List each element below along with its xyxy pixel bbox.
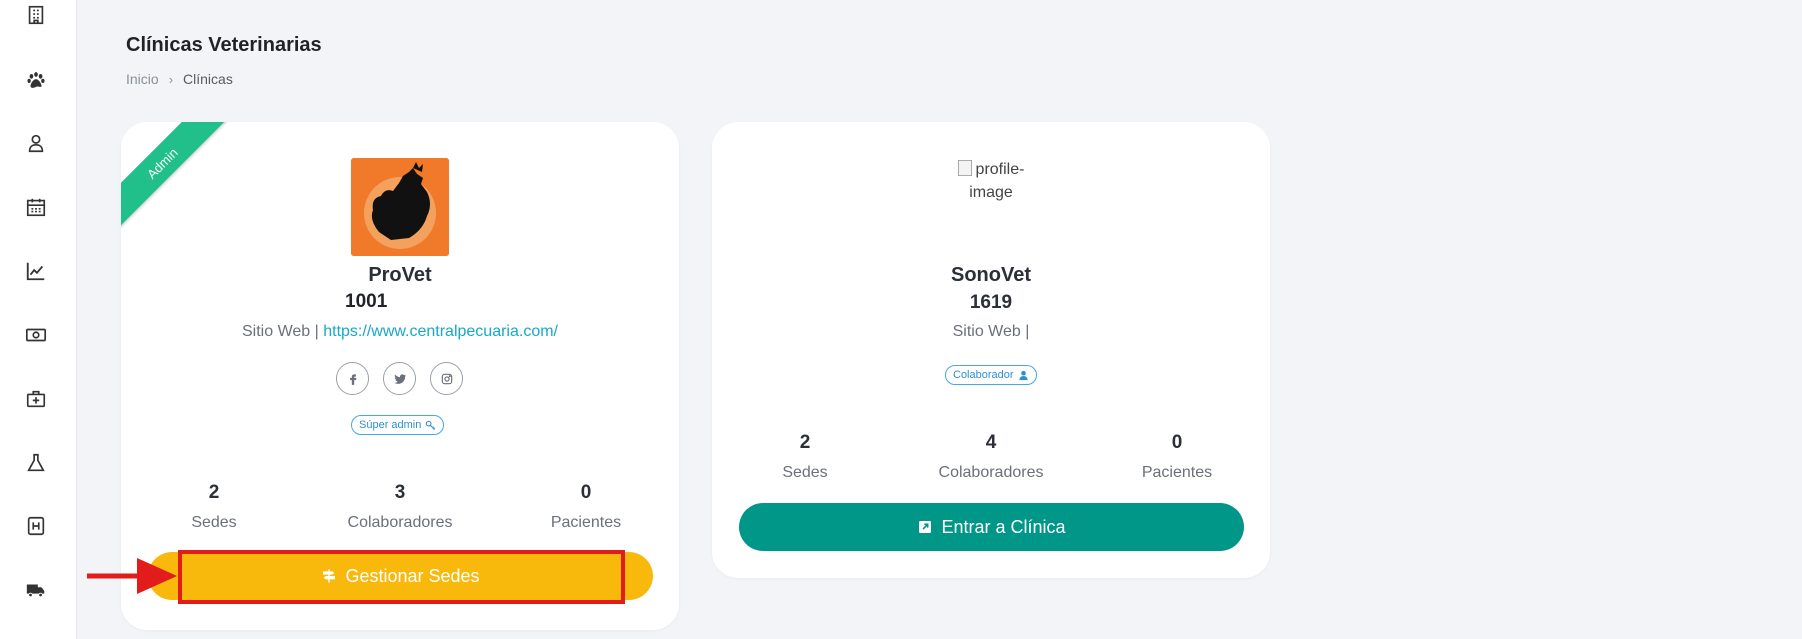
clinic-code: 1619 [969, 292, 1013, 313]
stat-label: Sedes [191, 514, 237, 531]
instagram-icon[interactable] [430, 362, 463, 395]
flask-icon[interactable] [21, 448, 51, 478]
clinic-name: ProVet [368, 264, 432, 286]
website-row: Sitio Web | https://www.centralpecuaria.… [121, 323, 679, 341]
stat-value: 4 [985, 432, 997, 453]
stat-value: 2 [208, 482, 220, 503]
clinic-logo [351, 158, 449, 256]
stat-pacientes: 0 Pacientes [493, 482, 679, 532]
stat-label: Colaboradores [347, 514, 453, 531]
social-links [336, 362, 463, 395]
stat-label: Sedes [782, 464, 828, 481]
building-icon[interactable] [21, 0, 51, 30]
profile-image-alt: profile-image [969, 161, 1025, 201]
manage-sedes-label: Gestionar Sedes [345, 565, 480, 586]
stat-label: Pacientes [1141, 464, 1213, 481]
role-badge: Súper admin [351, 415, 445, 435]
manage-sedes-button[interactable]: Gestionar Sedes [148, 552, 653, 600]
clinic-code: 1001 [345, 291, 388, 312]
facebook-icon[interactable] [336, 362, 369, 395]
user-icon[interactable] [21, 128, 51, 158]
enter-clinic-label: Entrar a Clínica [941, 516, 1066, 537]
breadcrumb-home-link[interactable]: Inicio [126, 71, 159, 87]
stat-colaboradores: 3 Colaboradores [307, 482, 493, 532]
stat-value: 3 [394, 482, 406, 503]
broken-image-icon: profile-image [941, 158, 1041, 218]
annotation-arrow-icon [87, 558, 177, 594]
stat-value: 0 [1171, 432, 1183, 453]
medkit-icon[interactable] [21, 384, 51, 414]
hospital-icon[interactable] [21, 511, 51, 541]
stat-value: 0 [580, 482, 592, 503]
website-row: Sitio Web | [712, 323, 1270, 341]
signpost-icon [323, 569, 336, 583]
twitter-icon[interactable] [383, 362, 416, 395]
stat-pacientes: 0 Pacientes [1084, 432, 1270, 482]
role-badge: Colaborador [945, 365, 1037, 385]
breadcrumb-current: Clínicas [183, 71, 233, 87]
website-link[interactable]: https://www.centralpecuaria.com/ [323, 323, 558, 340]
role-badge-label: Súper admin [359, 419, 422, 431]
website-label: Sitio Web | [952, 323, 1030, 340]
sidebar [0, 0, 77, 639]
stat-label: Colaboradores [938, 464, 1044, 481]
money-icon[interactable] [21, 320, 51, 350]
chart-line-icon[interactable] [21, 256, 51, 286]
clinic-card-provet: Admin ProVet 1001 Sitio Web | https://ww… [121, 122, 679, 630]
truck-icon[interactable] [21, 575, 51, 605]
stat-value: 2 [799, 432, 811, 453]
enter-clinic-button[interactable]: Entrar a Clínica [739, 503, 1244, 551]
stat-sedes: 2 Sedes [121, 482, 307, 532]
clinic-name: SonoVet [950, 264, 1031, 286]
role-badge-label: Colaborador [953, 369, 1014, 381]
clinic-card-sonovet: profile-image SonoVet 1619 Sitio Web | C… [712, 122, 1270, 578]
external-link-icon [919, 521, 932, 533]
user-icon [1018, 370, 1028, 380]
chevron-right-icon: › [168, 71, 174, 87]
breadcrumb: Inicio › Clínicas [126, 71, 233, 87]
clinic-stats: 2 Sedes 3 Colaboradores 0 Pacientes [121, 482, 679, 532]
stat-colaboradores: 4 Colaboradores [898, 432, 1084, 482]
image-placeholder-icon [957, 160, 972, 176]
key-icon [426, 420, 436, 430]
stat-label: Pacientes [550, 514, 622, 531]
clinic-stats: 2 Sedes 4 Colaboradores 0 Pacientes [712, 432, 1270, 482]
stat-sedes: 2 Sedes [712, 432, 898, 482]
calendar-icon[interactable] [21, 192, 51, 222]
admin-ribbon: Admin [121, 122, 226, 227]
page-title: Clínicas Veterinarias [126, 34, 322, 56]
paw-icon[interactable] [21, 65, 51, 95]
website-label: Sitio Web | [242, 323, 319, 340]
